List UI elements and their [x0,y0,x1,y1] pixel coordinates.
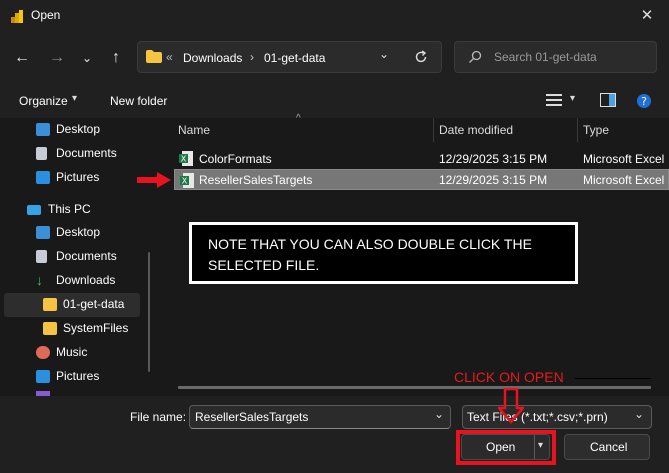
column-divider[interactable] [433,118,434,142]
navigation-pane: Desktop Documents Pictures This PC Deskt… [0,118,160,396]
column-divider[interactable] [577,118,578,142]
up-arrow-icon[interactable]: ↑ [104,46,128,70]
sidebar-scrollbar[interactable] [148,252,150,372]
horizontal-scrollbar[interactable] [178,386,651,389]
sidebar-item-music[interactable]: Music [0,341,150,365]
breadcrumb-overflow[interactable]: « [166,50,173,64]
download-arrow-icon: ↓ [36,272,43,288]
file-date: 12/29/2025 3:15 PM [439,152,548,166]
close-icon[interactable]: ✕ [636,6,658,26]
svg-text:X: X [182,177,188,186]
sidebar-item-pc-documents[interactable]: Documents [0,245,150,269]
sidebar-item-label: Desktop [56,225,101,239]
column-header-name[interactable]: Name [178,123,210,137]
file-name-dropdown-icon[interactable]: ⌄ [434,407,444,421]
sidebar-item-label: Documents [56,146,117,160]
sort-ascending-icon: ^ [296,113,301,124]
desktop-icon [36,226,50,239]
cancel-button[interactable]: Cancel [564,434,650,460]
forward-arrow-icon[interactable]: → [45,46,69,70]
svg-text:?: ? [641,95,647,108]
file-name: ResellerSalesTargets [199,173,313,187]
sidebar-item-label: SystemFiles [63,321,129,335]
folder-icon [43,322,57,335]
sidebar-item-downloads[interactable]: ↓ Downloads [0,269,150,293]
sidebar-item-label: Documents [56,249,117,263]
folder-icon [146,50,162,63]
new-folder-button[interactable]: New folder [110,94,167,108]
address-history-chevron-icon[interactable]: ⌄ [379,47,389,61]
sidebar-item-label: Pictures [56,170,100,184]
cancel-button-label: Cancel [590,440,628,454]
annotation-highlight-box [456,430,556,465]
music-icon [36,346,50,359]
organize-button[interactable]: Organize [19,94,68,108]
annotation-underline [575,378,651,379]
breadcrumb-downloads[interactable]: Downloads [183,51,242,65]
back-arrow-icon[interactable]: ← [10,46,34,70]
breadcrumb-chevron-icon: › [250,50,254,64]
breadcrumb-current[interactable]: 01-get-data [264,51,325,65]
command-toolbar [0,84,669,119]
documents-icon [36,147,47,160]
documents-icon [36,250,47,263]
search-icon [469,50,482,63]
sidebar-item-systemfiles[interactable]: SystemFiles [0,317,150,341]
file-row-colorformats[interactable]: X ColorFormats 12/29/2025 3:15 PM Micros… [174,148,669,169]
annotation-click-open: CLICK ON OPEN [454,369,564,385]
view-dropdown-icon[interactable]: ▾ [570,93,575,104]
file-name-label: File name: [130,410,187,424]
sidebar-item-pictures[interactable]: Pictures [0,166,150,190]
desktop-icon [36,123,50,136]
sidebar-item-label: 01-get-data [63,297,125,311]
help-icon[interactable]: ? [636,93,652,109]
refresh-icon[interactable] [414,50,428,64]
power-bi-app-icon [11,10,23,23]
file-row-resellersalestargets[interactable]: X ResellerSalesTargets 12/29/2025 3:15 P… [174,169,669,190]
title-bar [0,0,669,32]
file-name-value[interactable]: ResellerSalesTargets [195,410,308,424]
sidebar-item-pc-desktop[interactable]: Desktop [0,221,150,245]
recent-locations-chevron-icon[interactable]: ⌄ [75,46,99,70]
sidebar-item-pc-pictures[interactable]: Pictures [0,365,150,389]
sidebar-item-label: Desktop [56,122,101,136]
filter-dropdown-icon[interactable]: ⌄ [634,407,644,421]
excel-file-icon: X [180,173,194,188]
computer-icon [27,205,41,215]
annotation-note-box: NOTE THAT YOU CAN ALSO DOUBLE CLICK THE … [189,222,578,284]
sidebar-item-label: Pictures [56,369,100,383]
sidebar-item-label: Music [56,345,88,359]
file-type: Microsoft Excel [583,173,665,187]
folder-icon [43,298,57,311]
svg-text:X: X [181,155,187,164]
sidebar-item-this-pc[interactable]: This PC [0,198,150,222]
column-header-date[interactable]: Date modified [439,123,513,137]
excel-file-icon: X [179,151,193,166]
red-arrow-right-icon [137,172,171,188]
organize-dropdown-icon[interactable]: ▾ [72,93,77,104]
file-name: ColorFormats [199,152,272,166]
sidebar-item-01-get-data[interactable]: 01-get-data [4,293,140,317]
column-header-type[interactable]: Type [583,123,609,137]
pictures-icon [36,370,50,383]
sidebar-item-desktop[interactable]: Desktop [0,118,150,142]
pictures-icon [36,171,50,184]
preview-pane-icon[interactable] [600,93,616,107]
search-input[interactable]: Search 01-get-data [494,50,597,64]
sidebar-item-documents[interactable]: Documents [0,142,150,166]
annotation-note-text: NOTE THAT YOU CAN ALSO DOUBLE CLICK THE … [208,236,532,273]
red-arrow-down-icon [498,388,524,424]
window-title: Open [31,8,61,22]
view-options-icon[interactable] [546,93,562,107]
file-type-filter-value[interactable]: Text Files (*.txt;*.csv;*.prn) [467,410,608,424]
sidebar-item-label: Downloads [56,273,116,287]
file-type: Microsoft Excel [583,152,665,166]
file-date: 12/29/2025 3:15 PM [439,173,548,187]
sidebar-item-label: This PC [48,202,91,216]
